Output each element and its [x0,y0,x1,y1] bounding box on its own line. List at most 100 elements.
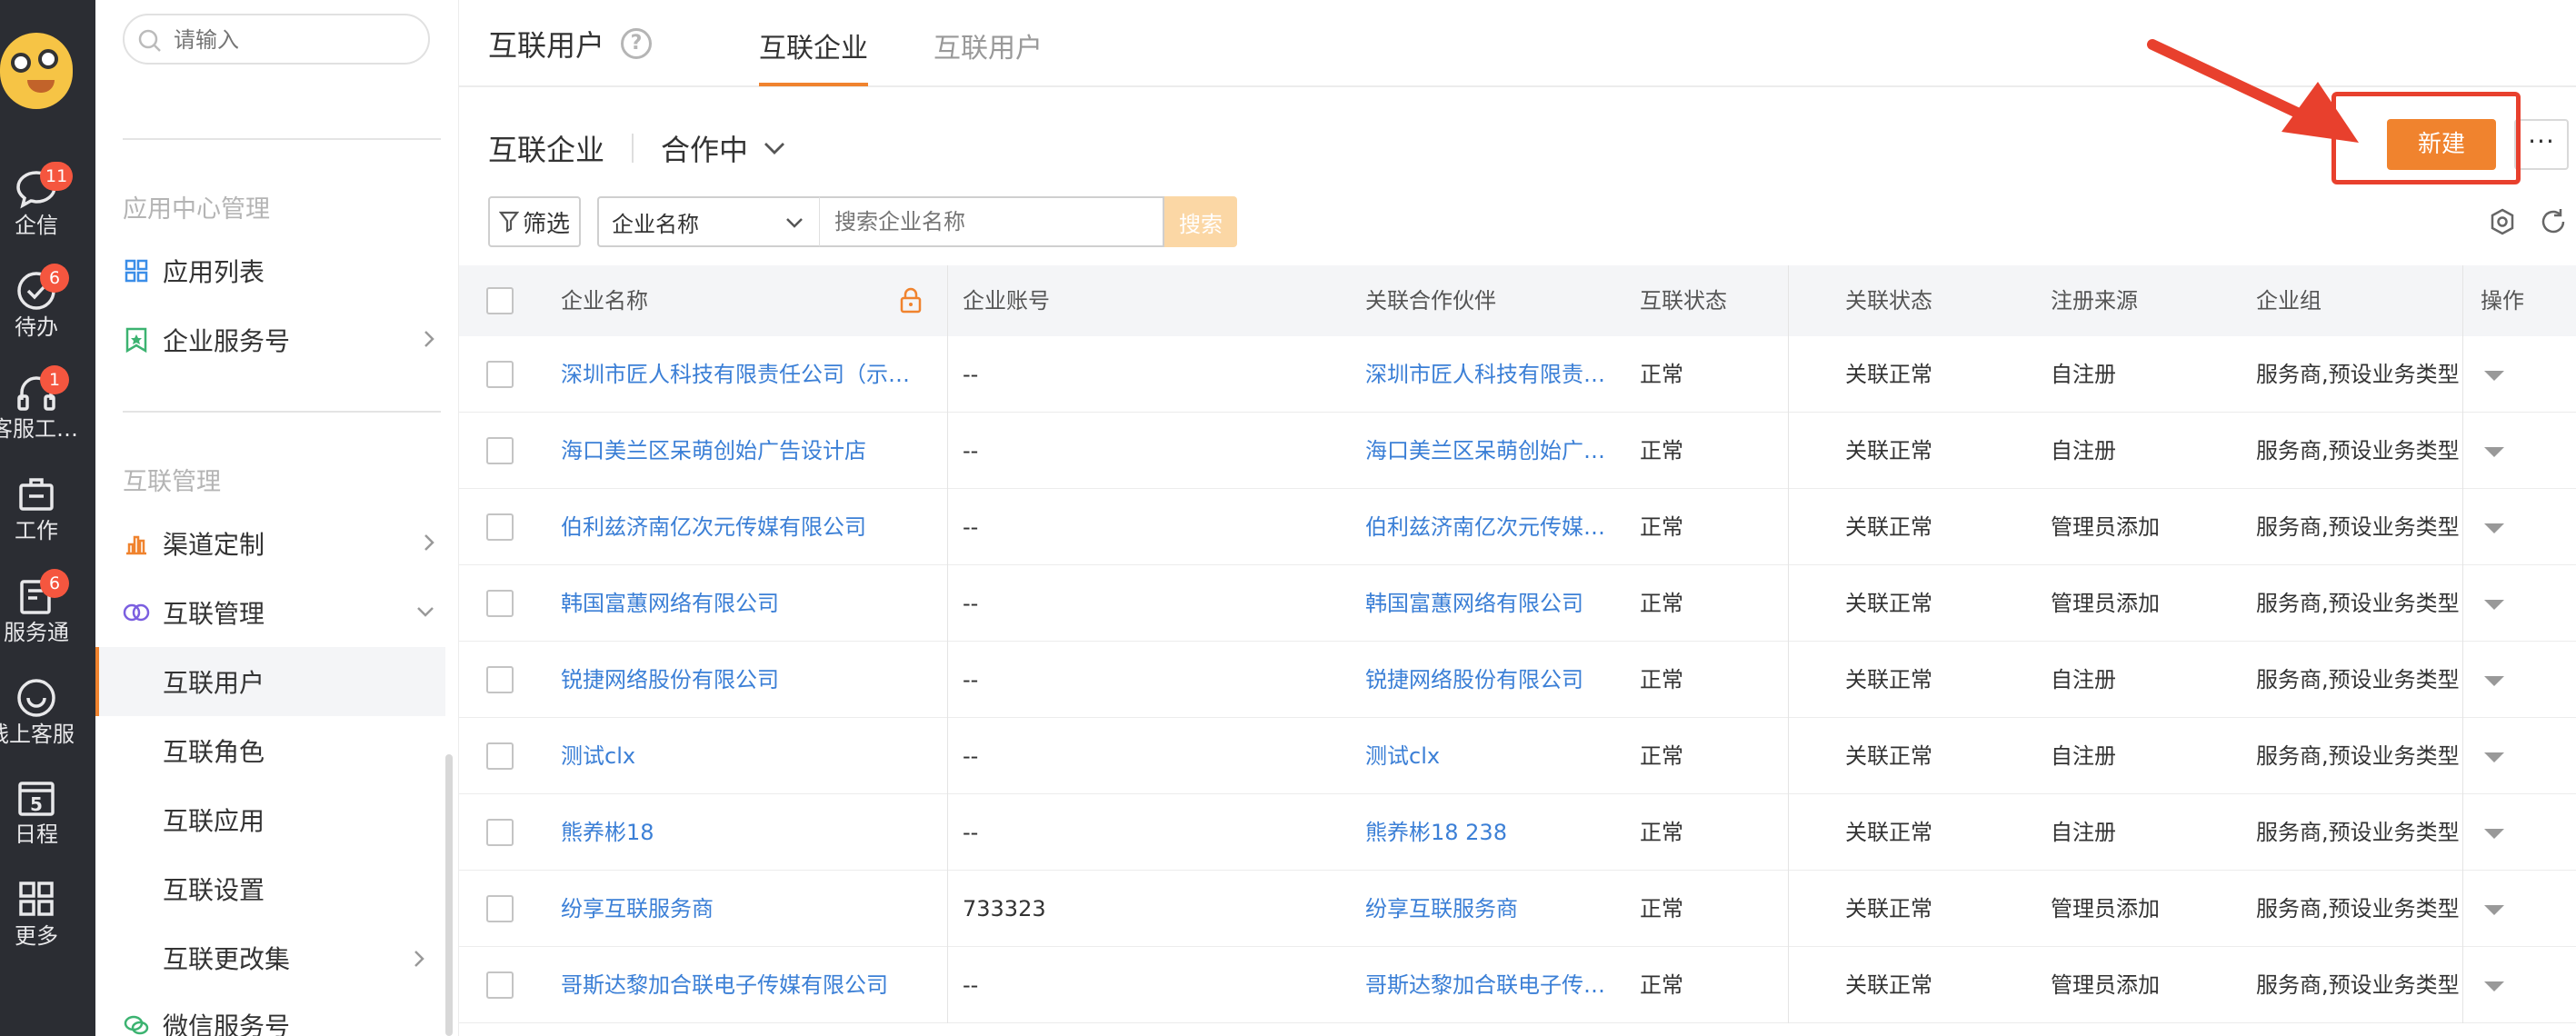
help-icon[interactable]: ? [621,28,653,59]
column-header-group[interactable]: 企业组 [2247,265,2321,336]
sidebar-subitem-interconnect-apps[interactable]: 互联应用 [95,785,445,854]
rail-item-online-service[interactable]: 线上客服 [0,678,75,747]
cell-partner[interactable]: 测试clx [1356,718,1620,794]
row-action-dropdown-icon[interactable] [2484,905,2504,915]
cell-account: -- [963,743,979,769]
cell-partner[interactable]: 哥斯达黎加合联电子传… [1356,947,1620,1023]
table-row[interactable]: 熊养彬18 -- 熊养彬18 238 正常 关联正常 自注册 服务商,预设业务类型 [459,794,2576,871]
table-row[interactable]: 韩国富蕙网络有限公司 -- 韩国富蕙网络有限公司 正常 关联正常 管理员添加 服务商,预设业… [459,565,2576,642]
row-action-dropdown-icon[interactable] [2484,523,2504,533]
cell-enterprise-name[interactable]: 深圳市匠人科技有限责任公司（示… [552,336,934,413]
app-logo[interactable] [0,33,73,109]
sidebar-item-wechat-service[interactable]: 微信服务号 [123,1000,441,1036]
cell-partner[interactable]: 海口美兰区呆萌创始广… [1356,413,1620,489]
row-action-dropdown-icon[interactable] [2484,829,2504,839]
todo-badge: 6 [40,264,69,293]
svg-text:5: 5 [30,793,43,815]
column-header-partner[interactable]: 关联合作伙伴 [1356,265,1496,336]
select-all-checkbox[interactable] [486,287,514,314]
table-row[interactable]: 锐捷网络股份有限公司 -- 锐捷网络股份有限公司 正常 关联正常 自注册 服务商,预设业务类… [459,642,2576,718]
sidebar-item-app-list[interactable]: 应用列表 [123,245,441,296]
cell-enterprise-name[interactable]: 海口美兰区呆萌创始广告设计店 [552,413,934,489]
table-row[interactable]: 伯利兹济南亿次元传媒有限公司 -- 伯利兹济南亿次元传媒… 正常 关联正常 管理员添加 服务… [459,489,2576,565]
table-row[interactable]: 纷享互联服务商 733323 纷享互联服务商 正常 关联正常 管理员添加 服务商,预设业务类… [459,871,2576,947]
rail-item-messages[interactable]: 企信 11 [0,162,74,238]
row-checkbox[interactable] [486,971,514,999]
rail-item-customer-service-ticket[interactable]: 客服工… 1 [0,365,78,442]
table-row[interactable]: 深圳市匠人科技有限责任公司（示… -- 深圳市匠人科技有限责… 正常 关联正常 自注册 服务… [459,336,2576,413]
cell-enterprise-name[interactable]: 哥斯达黎加合联电子传媒有限公司 [552,947,934,1023]
sidebar-search-input[interactable] [174,25,419,55]
cell-account: -- [963,514,979,540]
sidebar-divider [123,138,441,140]
refresh-icon[interactable] [2539,207,2568,236]
column-header-interconnect-status[interactable]: 互联状态 [1631,265,1727,336]
search-button[interactable]: 搜索 [1164,196,1237,247]
row-checkbox[interactable] [486,590,514,617]
rail-item-work[interactable]: 工作 [0,474,73,543]
sidebar-search[interactable] [123,14,430,65]
cell-enterprise-name[interactable]: 熊养彬18 [552,794,934,871]
filter-button[interactable]: 筛选 [488,196,581,247]
cell-partner[interactable]: 伯利兹济南亿次元传媒… [1356,489,1620,565]
row-checkbox[interactable] [486,513,514,541]
sidebar-item-enterprise-service[interactable]: 企业服务号 [123,314,441,365]
rail-item-todo[interactable]: 待办 6 [0,264,73,340]
cell-partner[interactable]: 韩国富蕙网络有限公司 [1356,565,1620,642]
cell-enterprise-name[interactable]: 伯利兹济南亿次元传媒有限公司 [552,489,934,565]
column-header-source[interactable]: 注册来源 [2042,265,2138,336]
cell-enterprise-name[interactable]: 测试clx [552,718,934,794]
row-action-dropdown-icon[interactable] [2484,752,2504,762]
sidebar-subitem-interconnect-changesets[interactable]: 互联更改集 [95,923,445,992]
row-action-dropdown-icon[interactable] [2484,981,2504,991]
column-divider [947,265,948,1023]
cell-enterprise-name[interactable]: 锐捷网络股份有限公司 [552,642,934,718]
column-header-account[interactable]: 企业账号 [954,265,1050,336]
row-action-dropdown-icon[interactable] [2484,676,2504,686]
row-checkbox[interactable] [486,895,514,922]
rail-item-calendar[interactable]: 5 日程 [0,778,73,847]
search-field-select[interactable]: 企业名称 [597,196,819,247]
table-row[interactable]: 海口美兰区呆萌创始广告设计店 -- 海口美兰区呆萌创始广… 正常 关联正常 自注册 服务商,… [459,413,2576,489]
new-button[interactable]: 新建 [2387,119,2496,170]
row-checkbox[interactable] [486,437,514,464]
cell-partner[interactable]: 熊养彬18 238 [1356,794,1620,871]
row-checkbox[interactable] [486,666,514,693]
sidebar-scrollbar[interactable] [445,754,453,1036]
settings-icon[interactable] [2488,207,2517,236]
cell-source: 自注册 [2051,438,2116,463]
column-header-link-status[interactable]: 关联状态 [1836,265,1932,336]
cell-partner[interactable]: 纷享互联服务商 [1356,871,1620,947]
sidebar-subitem-interconnect-roles[interactable]: 互联角色 [95,716,445,785]
row-checkbox[interactable] [486,819,514,846]
table-row[interactable]: 测试clx -- 测试clx 正常 关联正常 自注册 服务商,预设业务类型 [459,718,2576,794]
rail-item-more[interactable]: 更多 [0,880,73,949]
tab-interconnect-enterprises[interactable]: 互联企业 [759,25,868,86]
sidebar-item-channel[interactable]: 渠道定制 [123,518,441,569]
cell-enterprise-name[interactable]: 纷享互联服务商 [552,871,934,947]
row-action-dropdown-icon[interactable] [2484,600,2504,610]
cell-enterprise-name[interactable]: 韩国富蕙网络有限公司 [552,565,934,642]
cell-partner[interactable]: 深圳市匠人科技有限责… [1356,336,1620,413]
cell-interconnect-status: 正常 [1640,438,1683,463]
sidebar-subitem-interconnect-settings[interactable]: 互联设置 [95,854,445,923]
chevron-right-icon [424,534,434,551]
tab-interconnect-users[interactable]: 互联用户 [934,25,1043,65]
row-action-dropdown-icon[interactable] [2484,371,2504,381]
row-checkbox[interactable] [486,742,514,770]
rail-item-service-hub[interactable]: 服务通 6 [0,569,73,645]
table-row[interactable]: 哥斯达黎加合联电子传媒有限公司 -- 哥斯达黎加合联电子传… 正常 关联正常 管理员添加 服… [459,947,2576,1023]
cell-partner[interactable]: 锐捷网络股份有限公司 [1356,642,1620,718]
sidebar-item-interconnect-manage[interactable]: 互联管理 [123,587,441,638]
cell-group: 服务商,预设业务类型 [2256,743,2460,769]
more-actions-button[interactable]: ··· [2514,119,2569,170]
enterprise-search-input[interactable] [819,196,1164,247]
active-tab-indicator [759,83,868,86]
row-checkbox[interactable] [486,361,514,388]
status-dropdown[interactable]: 合作中 [661,127,786,169]
row-action-dropdown-icon[interactable] [2484,447,2504,457]
cell-group: 服务商,预设业务类型 [2256,591,2460,616]
sidebar-subitem-interconnect-users[interactable]: 互联用户 [95,647,445,716]
cell-interconnect-status: 正常 [1640,667,1683,692]
column-header-name[interactable]: 企业名称 [552,265,648,336]
